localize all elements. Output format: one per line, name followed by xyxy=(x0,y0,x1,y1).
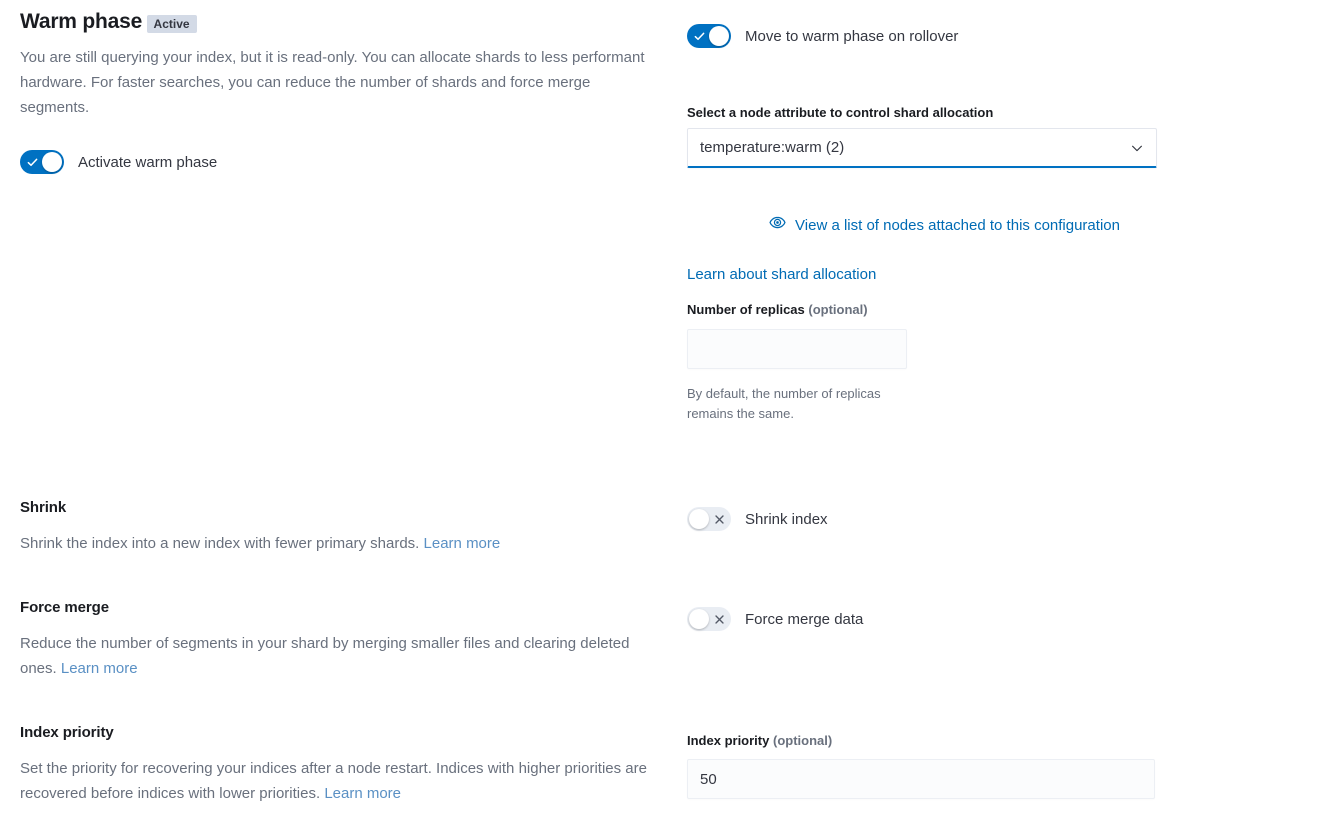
index-priority-heading: Index priority xyxy=(20,724,114,741)
view-nodes-row: View a list of nodes attached to this co… xyxy=(687,214,1202,236)
eye-icon-svg xyxy=(769,216,786,229)
shrink-index-toggle[interactable]: Shrink index xyxy=(687,507,828,531)
view-nodes-link-text: View a list of nodes attached to this co… xyxy=(795,216,1120,234)
node-attribute-label: Select a node attribute to control shard… xyxy=(687,105,994,120)
activate-warm-phase-label: Activate warm phase xyxy=(78,153,218,171)
switch-knob xyxy=(709,26,729,46)
shrink-heading: Shrink xyxy=(20,499,67,516)
chevron-down-icon-svg xyxy=(1132,145,1142,151)
force-merge-data-toggle[interactable]: Force merge data xyxy=(687,607,863,631)
shrink-description: Shrink the index into a new index with f… xyxy=(20,531,660,556)
check-icon-svg xyxy=(694,32,704,40)
node-attribute-select[interactable]: temperature:warm (2) xyxy=(687,128,1157,168)
cross-icon-svg xyxy=(714,614,724,624)
switch-knob xyxy=(42,152,62,172)
index-priority-optional-text: (optional) xyxy=(772,733,833,748)
number-of-replicas-helper-text: By default, the number of replicas remai… xyxy=(687,386,881,421)
check-icon xyxy=(688,24,710,48)
cross-icon xyxy=(708,607,730,631)
number-of-replicas-optional-text: (optional) xyxy=(808,302,868,317)
activate-warm-phase-switch[interactable] xyxy=(20,150,64,174)
switch-knob xyxy=(689,609,709,629)
phase-header: Warm phase Active xyxy=(20,10,197,34)
chevron-down-icon xyxy=(1130,141,1144,155)
index-priority-input[interactable]: 50 xyxy=(687,759,1155,799)
node-attribute-selected-value: temperature:warm (2) xyxy=(700,139,845,156)
shrink-index-label: Shrink index xyxy=(745,510,828,528)
shrink-index-switch[interactable] xyxy=(687,507,731,531)
page-title: Warm phase xyxy=(20,10,143,33)
check-icon-svg xyxy=(27,158,37,166)
number-of-replicas-input[interactable] xyxy=(687,329,907,369)
activate-warm-phase-toggle[interactable]: Activate warm phase xyxy=(20,150,217,174)
force-merge-heading: Force merge xyxy=(20,599,109,616)
rollover-switch[interactable] xyxy=(687,24,731,48)
switch-knob xyxy=(689,509,709,529)
force-merge-data-switch[interactable] xyxy=(687,607,731,631)
number-of-replicas-label: Number of replicas (optional) xyxy=(687,302,868,317)
number-of-replicas-label-text: Number of replicas xyxy=(687,302,805,317)
index-priority-description: Set the priority for recovering your ind… xyxy=(20,756,665,806)
index-priority-learn-more-link[interactable]: Learn more xyxy=(324,785,401,802)
move-to-warm-on-rollover-toggle[interactable]: Move to warm phase on rollover xyxy=(687,24,958,48)
force-merge-description: Reduce the number of segments in your sh… xyxy=(20,631,670,681)
index-priority-field-label: Index priority (optional) xyxy=(687,733,832,748)
eye-icon xyxy=(769,214,786,236)
cross-icon xyxy=(708,507,730,531)
rollover-label: Move to warm phase on rollover xyxy=(745,27,959,45)
shrink-learn-more-link[interactable]: Learn more xyxy=(424,535,501,552)
status-badge: Active xyxy=(146,14,197,33)
shrink-description-text: Shrink the index into a new index with f… xyxy=(20,535,424,552)
force-merge-learn-more-link[interactable]: Learn more xyxy=(61,660,138,677)
view-nodes-link[interactable]: View a list of nodes attached to this co… xyxy=(769,214,1120,236)
warm-phase-configuration-panel: Warm phase Active You are still querying… xyxy=(0,0,1318,822)
phase-description: You are still querying your index, but i… xyxy=(20,49,645,116)
index-priority-field-label-text: Index priority xyxy=(687,733,770,748)
learn-about-shard-allocation-link[interactable]: Learn about shard allocation xyxy=(687,266,876,283)
force-merge-data-label: Force merge data xyxy=(745,610,864,628)
check-icon xyxy=(21,150,43,174)
cross-icon-svg xyxy=(714,514,724,524)
